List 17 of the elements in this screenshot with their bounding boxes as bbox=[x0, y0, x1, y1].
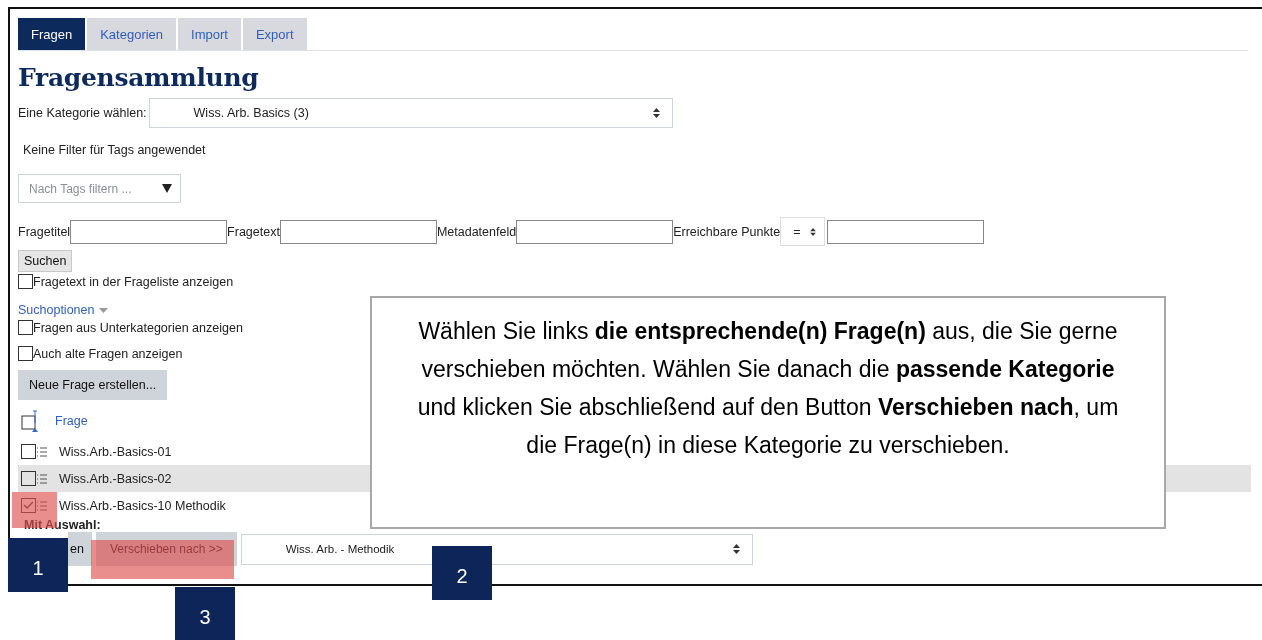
checkbox-label: Fragetext in der Frageliste anzeigen bbox=[33, 274, 234, 289]
step-marker: 1 bbox=[8, 538, 68, 592]
category-label: Eine Kategorie wählen: bbox=[18, 106, 147, 120]
instruction-dialog: Wählen Sie links die entsprechende(n) Frage(n) aus, die Sie gerne verschieben möchten. Wählen Sie danach die passende Kategorie und klicken Sie abschließend auf den Button Verschieben nach, um die Frage(n) in diese Kategorie zu verschieben. bbox=[370, 296, 1166, 529]
checkbox-label: Auch alte Fragen anzeigen bbox=[33, 346, 183, 361]
step-marker: 2 bbox=[432, 546, 492, 600]
field-label: Fragetext bbox=[227, 224, 280, 239]
question-title: Wiss.Arb.-Basics-01 bbox=[59, 444, 172, 459]
step-marker: 3 bbox=[175, 587, 235, 640]
field-label: Erreichbare Punkte bbox=[673, 224, 781, 239]
question-title: Wiss.Arb.-Basics-02 bbox=[59, 471, 172, 486]
page-title: Fragensammlung bbox=[18, 63, 260, 92]
checkbox-label: Fragen aus Unterkategorien anzeigen bbox=[33, 320, 243, 335]
question-title: Wiss.Arb.-Basics-10 Methodik bbox=[59, 498, 226, 513]
tag-filter-status: Keine Filter für Tags angewendet bbox=[23, 143, 207, 157]
field-label: Fragetitel bbox=[18, 224, 71, 239]
field-label: Metadatenfeld bbox=[436, 224, 517, 239]
